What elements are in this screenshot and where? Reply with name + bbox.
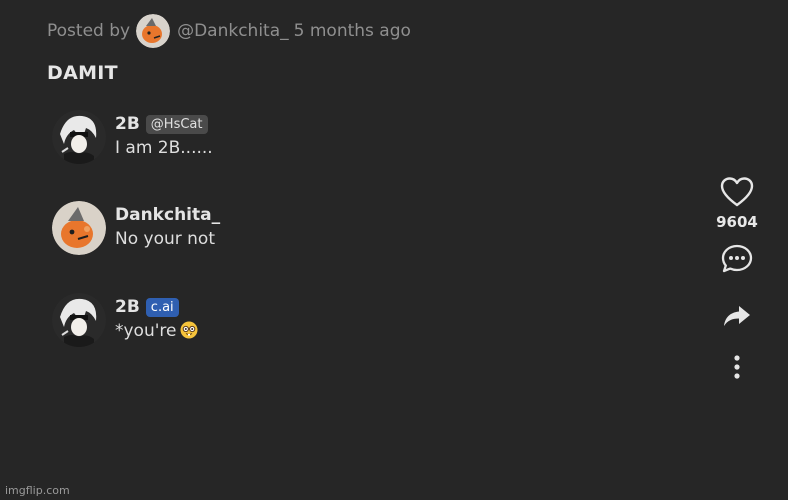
like-button[interactable]: 9604 bbox=[712, 176, 762, 231]
message-text: I am 2B...... bbox=[115, 138, 213, 158]
comment-icon bbox=[720, 243, 754, 279]
share-icon bbox=[722, 303, 752, 333]
cai-badge[interactable]: c.ai bbox=[145, 297, 179, 317]
2b-avatar[interactable] bbox=[52, 110, 106, 164]
post-time: 5 months ago bbox=[293, 21, 411, 41]
message-text: No your not bbox=[115, 229, 215, 249]
like-count: 9604 bbox=[716, 213, 758, 231]
watermark: imgflip.com bbox=[5, 484, 70, 497]
dankchita-avatar[interactable] bbox=[52, 201, 106, 255]
post-title: DAMIT bbox=[47, 62, 118, 84]
message-author-name: 2B bbox=[115, 114, 140, 134]
nerd-face-emoji bbox=[180, 321, 198, 339]
comment-button[interactable] bbox=[712, 243, 762, 279]
author-handle[interactable]: @Dankchita_ bbox=[177, 21, 289, 41]
chat-message: Dankchita_ No your not bbox=[52, 201, 220, 255]
message-text-content: *you're bbox=[115, 321, 177, 341]
message-author-name: Dankchita_ bbox=[115, 205, 221, 225]
post-meta: Posted by @Dankchita_ 5 months ago bbox=[47, 14, 411, 48]
creator-badge[interactable]: @HsCat bbox=[145, 114, 208, 134]
chat-message: 2B c.ai *you're bbox=[52, 293, 198, 347]
message-text: *you're bbox=[115, 321, 198, 341]
2b-avatar[interactable] bbox=[52, 293, 106, 347]
post-actions: 9604 bbox=[712, 176, 762, 383]
posted-by-label: Posted by bbox=[47, 21, 131, 41]
author-avatar[interactable] bbox=[136, 14, 171, 48]
chat-message: 2B @HsCat I am 2B...... bbox=[52, 110, 213, 164]
heart-icon bbox=[720, 176, 754, 212]
share-button[interactable] bbox=[712, 303, 762, 333]
message-author-name: 2B bbox=[115, 297, 140, 317]
post-page: Posted by @Dankchita_ 5 months ago DAMIT bbox=[0, 0, 788, 500]
more-options-button[interactable] bbox=[712, 355, 762, 383]
more-vertical-icon bbox=[732, 355, 742, 383]
